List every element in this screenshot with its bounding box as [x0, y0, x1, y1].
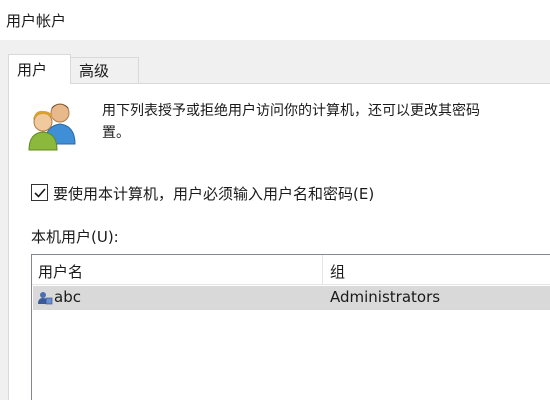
users-icon — [27, 100, 83, 152]
description-line-2: 置。 — [102, 125, 130, 141]
row-username: abc — [54, 288, 81, 306]
require-password-checkbox[interactable] — [31, 184, 48, 201]
list-header: 用户名 组 — [32, 255, 550, 285]
local-users-label: 本机用户(U): — [31, 228, 119, 246]
tab-users[interactable]: 用户 — [8, 54, 71, 84]
row-group: Administrators — [330, 288, 441, 306]
column-header-group[interactable]: 组 — [330, 261, 345, 282]
users-tab-panel: 用下列表授予或拒绝用户访问你的计算机，还可以更改其密码 置。 要使用本计算机，用… — [8, 83, 550, 400]
table-row[interactable]: abc Administrators — [33, 286, 550, 310]
title-bar: 用户帐户 — [0, 0, 550, 40]
require-password-label: 要使用本计算机，用户必须输入用户名和密码(E) — [53, 185, 375, 203]
user-icon — [37, 290, 53, 306]
tab-advanced[interactable]: 高级 — [71, 57, 139, 83]
column-divider[interactable] — [322, 255, 323, 285]
column-header-username[interactable]: 用户名 — [38, 261, 83, 282]
window-title: 用户帐户 — [6, 12, 67, 30]
user-list[interactable]: 用户名 组 abc Administrators — [31, 254, 550, 400]
require-password-row[interactable]: 要使用本计算机，用户必须输入用户名和密码(E) — [31, 183, 541, 203]
tab-strip: 用户 高级 — [8, 54, 550, 84]
description-line-1: 用下列表授予或拒绝用户访问你的计算机，还可以更改其密码 — [102, 103, 480, 119]
checkmark-icon — [34, 188, 46, 198]
description-text: 用下列表授予或拒绝用户访问你的计算机，还可以更改其密码 置。 — [102, 100, 547, 146]
